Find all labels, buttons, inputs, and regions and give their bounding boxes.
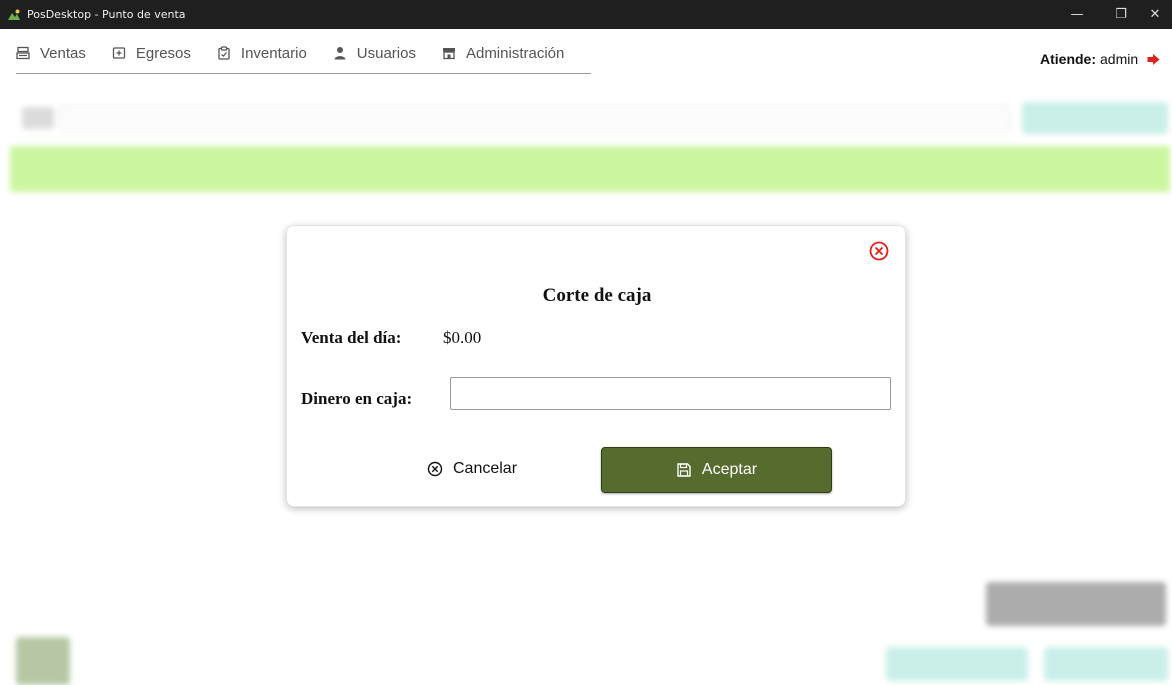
accept-label: Aceptar [701, 461, 758, 478]
product-search-input [60, 105, 1010, 131]
nav-label: Inventario [240, 44, 307, 62]
user-name: admin [1100, 51, 1139, 67]
cancel-label: Cancelar [453, 460, 518, 477]
nav-item-administracion[interactable]: Administración [442, 41, 564, 65]
cash-in-register-label: Dinero en caja: [301, 389, 413, 408]
close-window-button[interactable]: ✕ [1138, 0, 1172, 29]
app-logo-icon [8, 9, 20, 20]
cash-in-register-input[interactable] [450, 377, 891, 410]
store-logo [16, 637, 70, 685]
window-titlebar: PosDesktop - Punto de venta — ❐ ✕ [0, 0, 1172, 29]
cash-out-icon [112, 47, 126, 59]
secondary-button [886, 647, 1028, 681]
logout-icon[interactable] [1147, 53, 1160, 66]
save-icon [677, 463, 691, 477]
pay-button [986, 582, 1166, 626]
nav-label: Ventas [40, 44, 86, 62]
search-button [1022, 102, 1168, 134]
secondary-button [1044, 647, 1168, 681]
daily-sales-label: Venta del día: [301, 328, 402, 347]
nav-label: Egresos [135, 44, 191, 62]
main-nav: Ventas Egresos Inventario Usuarios Admin… [16, 41, 591, 74]
store-icon [442, 48, 455, 60]
cash-register-icon [16, 46, 30, 60]
nav-item-ventas[interactable]: Ventas [16, 41, 86, 65]
cash-cut-dialog: Corte de caja Venta del día: $0.00 Diner… [286, 225, 906, 507]
daily-sales-value: $0.00 [443, 328, 482, 347]
products-table-header [10, 146, 1170, 192]
user-label: Atiende: [1040, 51, 1096, 67]
nav-label: Administración [465, 44, 565, 62]
clipboard-icon [218, 46, 230, 60]
close-dialog-icon[interactable] [868, 240, 890, 262]
dialog-title: Corte de caja [542, 285, 652, 306]
cancel-button[interactable]: Cancelar [427, 454, 517, 484]
nav-item-usuarios[interactable]: Usuarios [333, 41, 416, 65]
current-user: Atiende: admin [1040, 51, 1160, 67]
nav-item-egresos[interactable]: Egresos [112, 41, 191, 65]
search-icon [22, 107, 54, 129]
user-icon [334, 47, 346, 60]
nav-item-inventario[interactable]: Inventario [217, 41, 307, 65]
nav-label: Usuarios [356, 44, 416, 62]
cancel-circle-icon [427, 461, 443, 477]
accept-button[interactable]: Aceptar [601, 447, 832, 493]
minimize-button[interactable]: — [1054, 0, 1100, 29]
window-title: PosDesktop - Punto de venta [27, 8, 186, 21]
